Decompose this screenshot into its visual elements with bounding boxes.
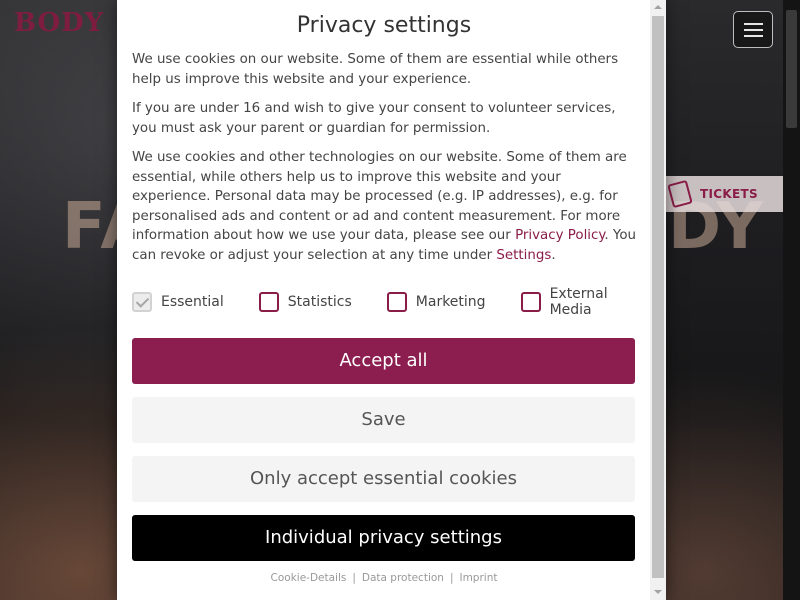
checkbox-marketing-label: Marketing <box>415 294 486 310</box>
footer-separator: | <box>449 572 454 584</box>
cookie-details-link[interactable]: Cookie-Details <box>271 572 347 584</box>
imprint-link[interactable]: Imprint <box>459 572 497 584</box>
tickets-button[interactable]: TICKETS <box>662 176 784 212</box>
individual-settings-button[interactable]: Individual privacy settings <box>132 515 635 561</box>
hamburger-icon-line <box>744 29 763 31</box>
checkbox-external-media-label: External Media <box>549 286 608 318</box>
dialog-scrollbar-thumb[interactable] <box>652 16 664 578</box>
footer-separator: | <box>352 572 356 584</box>
checkbox-essential-box[interactable] <box>132 292 152 312</box>
checkbox-statistics[interactable]: Statistics <box>258 292 352 312</box>
settings-link[interactable]: Settings <box>496 248 551 263</box>
hamburger-icon-line <box>744 23 763 25</box>
menu-toggle-button[interactable] <box>733 11 773 48</box>
checkbox-essential-label: Essential <box>161 294 224 310</box>
accept-all-button[interactable]: Accept all <box>132 338 635 384</box>
cookie-category-group: Essential Statistics Marketing External … <box>132 282 636 322</box>
accept-essential-button[interactable]: Only accept essential cookies <box>132 456 635 502</box>
dialog-title: Privacy settings <box>296 13 472 38</box>
page-scrollbar[interactable] <box>783 0 800 600</box>
checkbox-external-media[interactable]: External Media <box>520 286 636 318</box>
age-consent-text: If you are under 16 and wish to give you… <box>132 101 616 136</box>
dialog-scrollbar[interactable] <box>650 0 666 600</box>
data-protection-link[interactable]: Data protection <box>362 572 444 584</box>
page-scrollbar-thumb[interactable] <box>786 10 797 128</box>
data-processing-text-end: . <box>551 247 556 263</box>
privacy-settings-dialog: Privacy settings We use cookies on our w… <box>117 0 666 600</box>
checkbox-statistics-box[interactable] <box>258 292 279 312</box>
scroll-down-arrow-icon[interactable] <box>654 590 662 594</box>
site-logo[interactable]: BODY <box>14 8 104 38</box>
checkbox-external-media-box[interactable] <box>520 292 541 312</box>
save-button[interactable]: Save <box>132 397 635 443</box>
privacy-policy-link[interactable]: Privacy Policy <box>515 228 604 243</box>
data-processing-text: We use cookies and other technologies on… <box>132 148 636 265</box>
dialog-footer-links: Cookie-Details | Data protection | Imprint <box>132 572 636 584</box>
checkbox-marketing-box[interactable] <box>386 292 407 312</box>
checkbox-statistics-label: Statistics <box>287 294 352 310</box>
tickets-label: TICKETS <box>700 187 758 201</box>
hamburger-icon-line <box>744 35 763 37</box>
cookie-intro-text: We use cookies on our website. Some of t… <box>132 52 619 87</box>
dialog-content: Privacy settings We use cookies on our w… <box>117 0 650 600</box>
checkbox-essential[interactable]: Essential <box>132 292 224 312</box>
scroll-up-arrow-icon[interactable] <box>654 5 662 9</box>
ticket-icon <box>667 179 693 209</box>
checkbox-marketing[interactable]: Marketing <box>386 292 486 312</box>
